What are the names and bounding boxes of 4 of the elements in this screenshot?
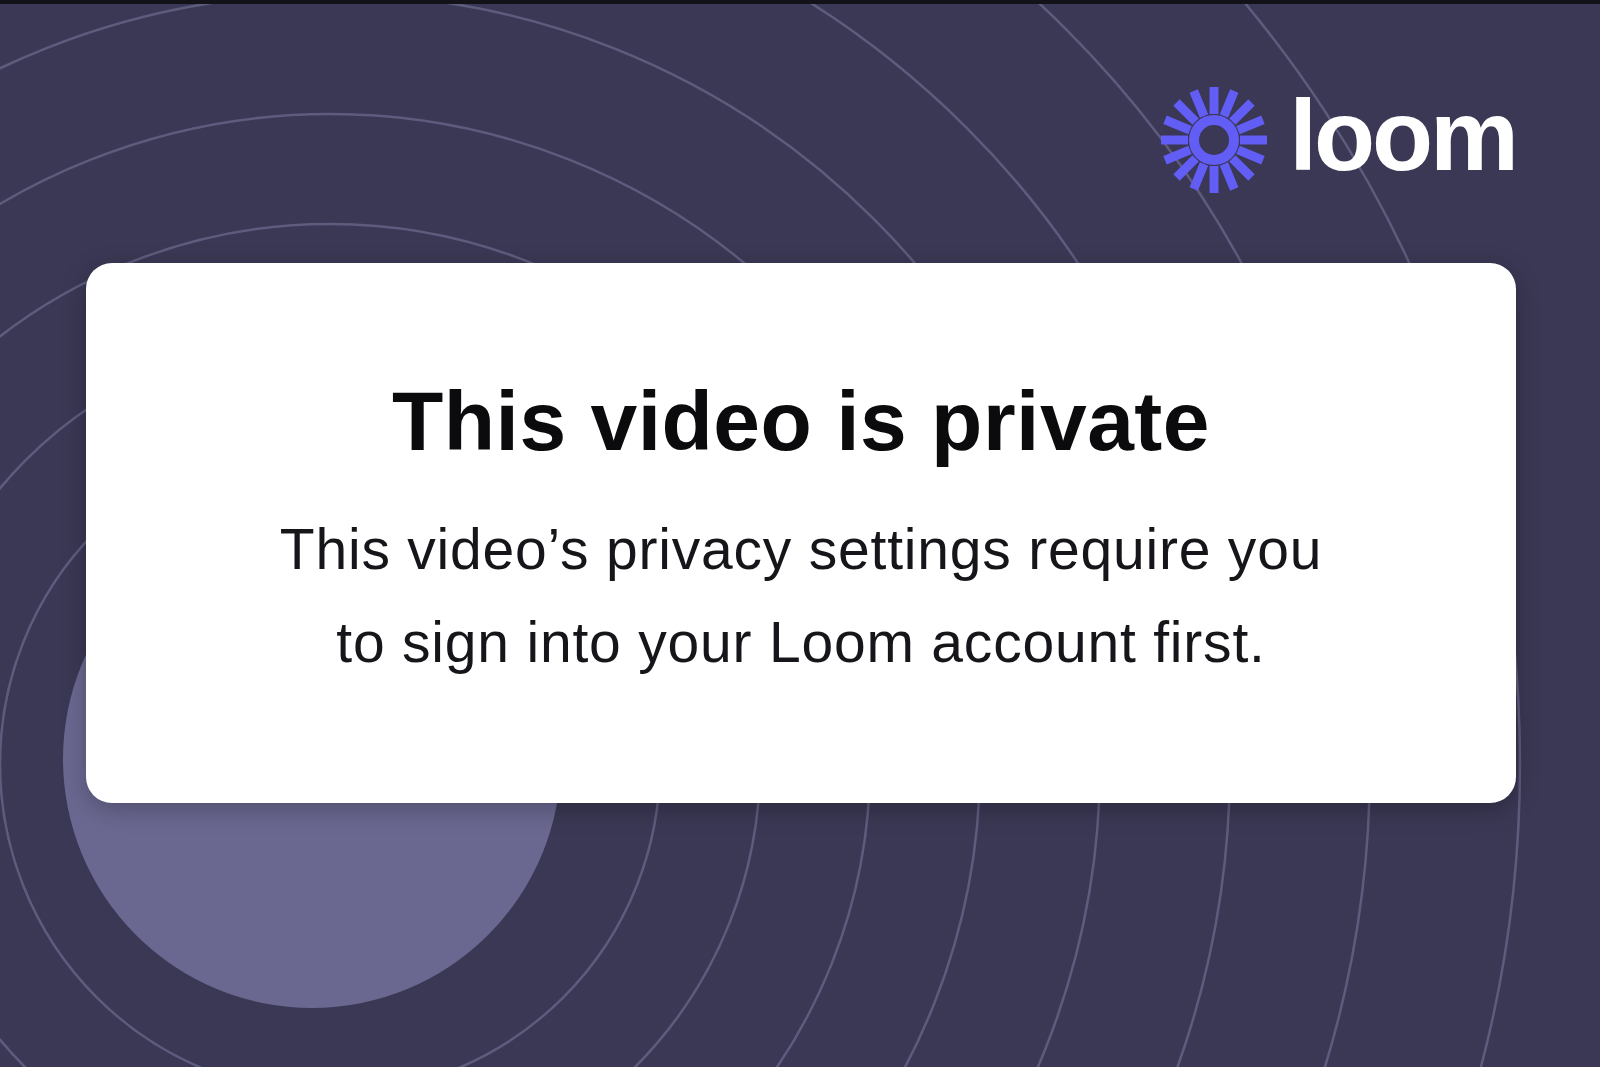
logo-wordmark: loom [1289,85,1516,185]
notice-message: This video’s privacy settings require you to sign into your Loom account first. [278,516,1324,677]
sunburst-logo-icon [1159,85,1270,195]
notice-title: This video is private [391,372,1211,470]
